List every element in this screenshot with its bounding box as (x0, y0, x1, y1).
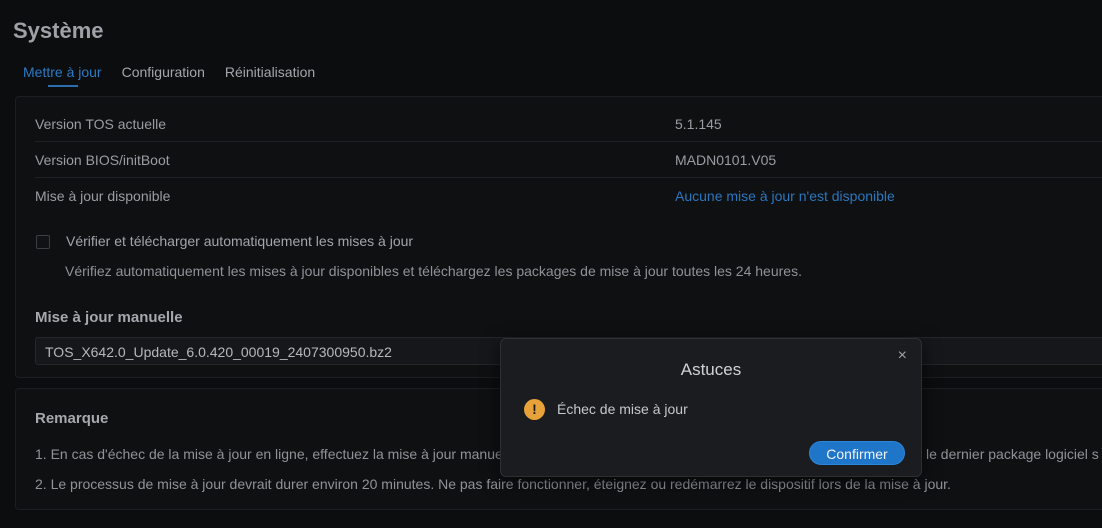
tab-update[interactable]: Mettre à jour (23, 64, 102, 87)
note-item-1-tail: le dernier package logiciel s (926, 446, 1099, 462)
tab-bar: Mettre à jour Configuration Réinitialisa… (23, 64, 335, 87)
auto-update-checkbox[interactable] (36, 235, 50, 249)
tab-reset[interactable]: Réinitialisation (225, 64, 315, 86)
info-row-available: Mise à jour disponible Aucune mise à jou… (35, 177, 1102, 213)
confirm-button[interactable]: Confirmer (809, 441, 905, 465)
info-row-tos: Version TOS actuelle 5.1.145 (35, 105, 1102, 142)
note-item-1: 1. En cas d'échec de la mise à jour en l… (35, 446, 517, 462)
manual-update-title: Mise à jour manuelle (35, 309, 183, 326)
dialog-message: Échec de mise à jour (557, 401, 688, 417)
tos-version-value: 5.1.145 (675, 116, 722, 132)
bios-version-value: MADN0101.V05 (675, 152, 777, 168)
update-available-link[interactable]: Aucune mise à jour n'est disponible (675, 188, 895, 204)
update-panel: Version TOS actuelle 5.1.145 Version BIO… (15, 96, 1102, 378)
warning-icon: ! (524, 399, 545, 420)
auto-update-label: Vérifier et télécharger automatiquement … (66, 233, 414, 249)
tab-configuration[interactable]: Configuration (122, 64, 205, 86)
update-failed-dialog: Astuces × ! Échec de mise à jour Confirm… (500, 338, 922, 477)
dialog-title: Astuces (680, 360, 742, 379)
bios-version-label: Version BIOS/initBoot (35, 152, 170, 168)
note-item-2: 2. Le processus de mise à jour devrait d… (35, 476, 951, 492)
tos-version-label: Version TOS actuelle (35, 116, 167, 132)
update-available-label: Mise à jour disponible (35, 188, 171, 204)
close-icon[interactable]: × (898, 347, 907, 365)
auto-update-description: Vérifiez automatiquement les mises à jou… (65, 263, 802, 279)
info-row-bios: Version BIOS/initBoot MADN0101.V05 (35, 141, 1102, 178)
page-title: Système (13, 18, 104, 43)
notes-title: Remarque (35, 410, 109, 427)
